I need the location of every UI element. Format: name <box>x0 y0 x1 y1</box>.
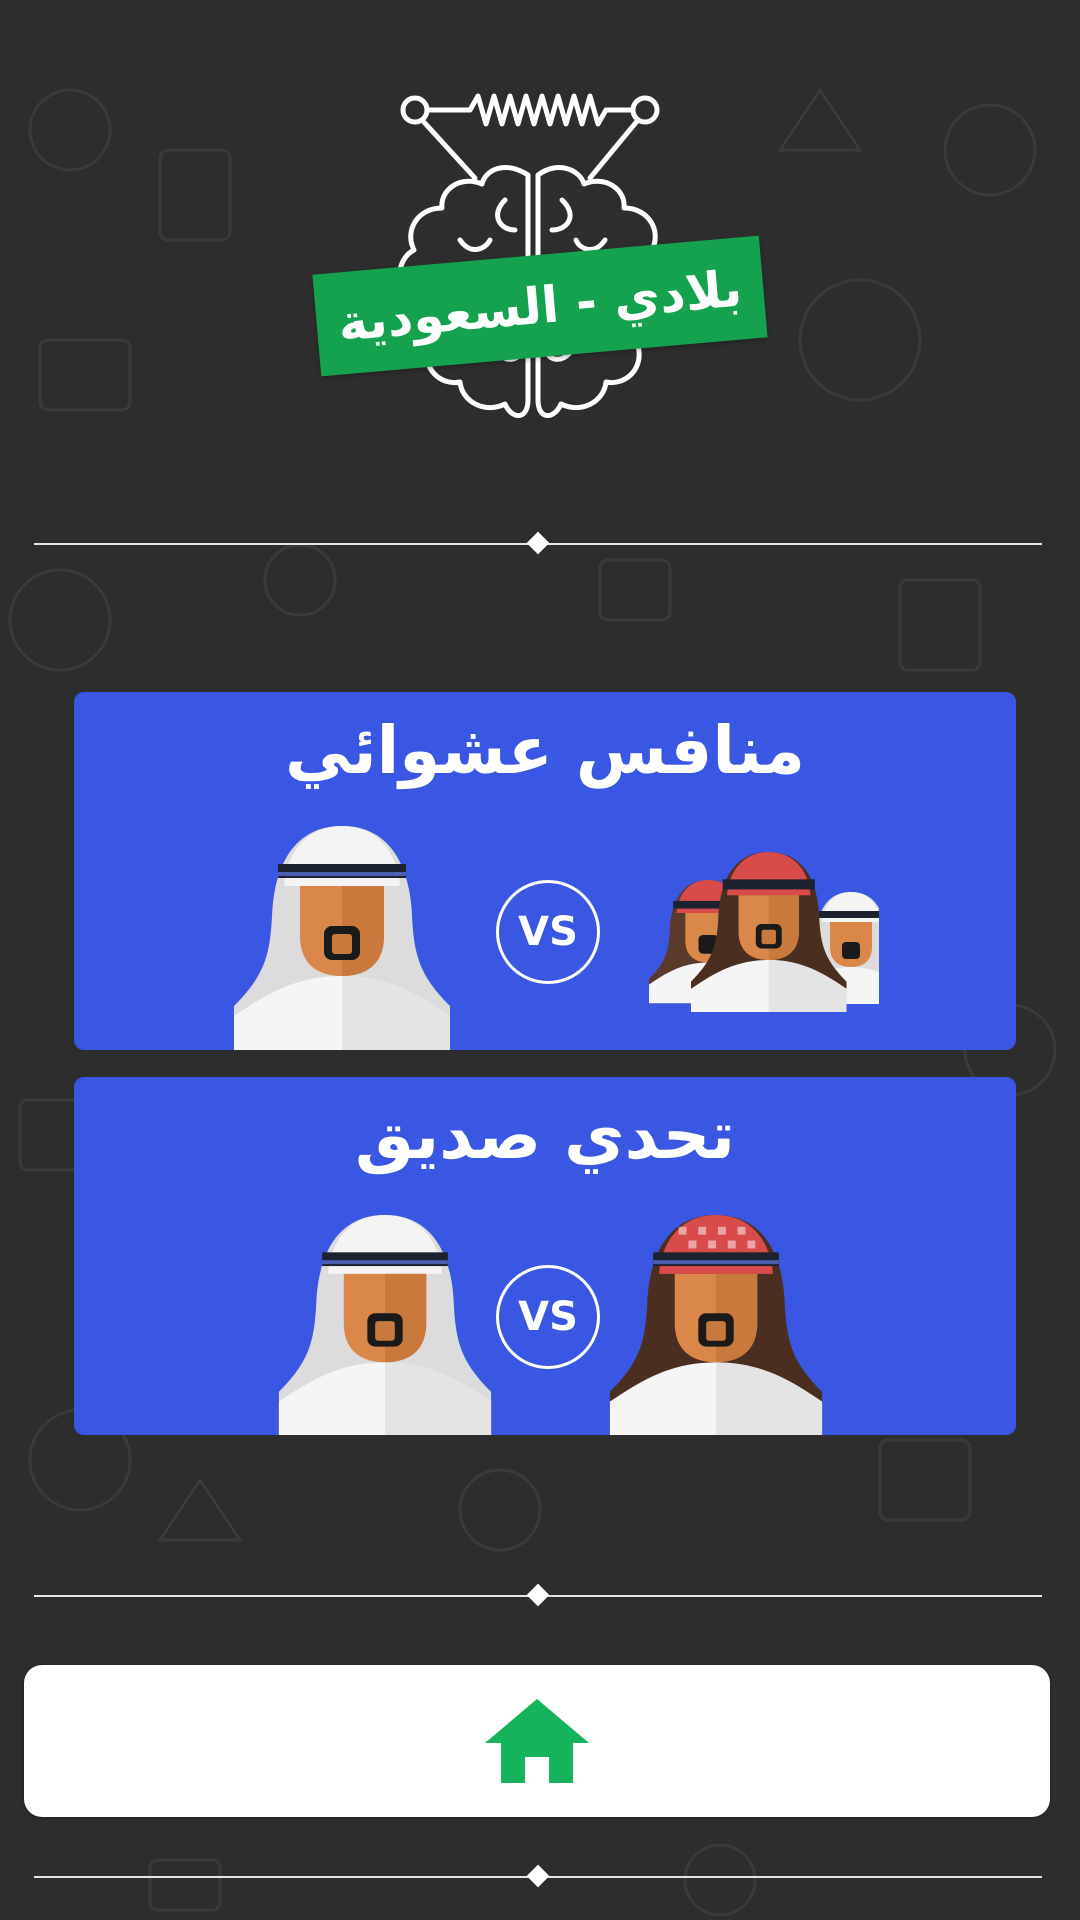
challenge-friend-button[interactable]: تحدي صديق VS <box>74 1077 1016 1435</box>
mode-title: تحدي صديق <box>354 1097 736 1174</box>
vs-badge: VS <box>496 1265 600 1369</box>
random-opponent-button[interactable]: منافس عشوائي VS <box>74 692 1016 1050</box>
friend-avatar <box>609 1215 823 1435</box>
player-avatar <box>234 826 450 1050</box>
divider-diamond <box>526 1583 550 1607</box>
vs-label: VS <box>518 909 578 955</box>
footer-divider <box>34 1864 1042 1888</box>
top-divider <box>34 531 1042 555</box>
app-logo-text: بلادي - السعودية <box>335 259 745 353</box>
bottom-divider <box>34 1583 1042 1607</box>
vs-badge: VS <box>496 880 600 984</box>
home-button[interactable] <box>24 1665 1050 1817</box>
player-avatar <box>278 1215 492 1435</box>
vs-label: VS <box>518 1294 578 1340</box>
divider-diamond <box>526 1864 550 1888</box>
mode-title: منافس عشوائي <box>285 712 805 789</box>
home-icon <box>485 1699 589 1783</box>
divider-diamond <box>526 531 550 555</box>
random-players-icon <box>649 852 879 1012</box>
